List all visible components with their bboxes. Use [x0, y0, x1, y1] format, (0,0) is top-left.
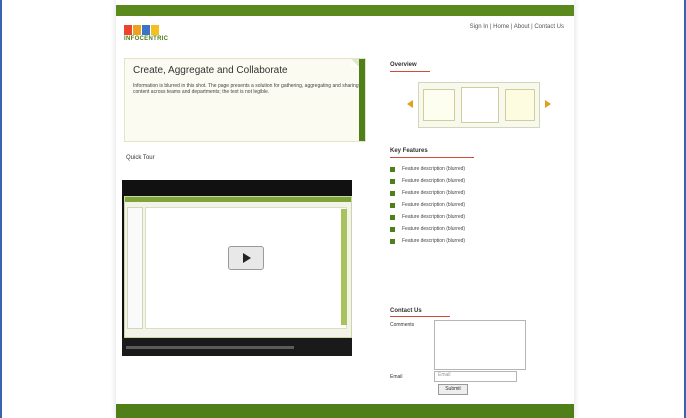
feature-item: Feature description (blurred) [390, 202, 564, 208]
bullet-icon [390, 215, 395, 220]
video-screen-header [125, 197, 351, 202]
feature-item: Feature description (blurred) [390, 166, 564, 172]
bullet-icon [390, 227, 395, 232]
bullet-icon [390, 179, 395, 184]
feature-item: Feature description (blurred) [390, 178, 564, 184]
key-features-rule [390, 157, 474, 158]
feature-item: Feature description (blurred) [390, 226, 564, 232]
hero-title: Create, Aggregate and Collaborate [133, 65, 288, 76]
key-features-list: Feature description (blurred) Feature de… [390, 166, 564, 250]
quick-tour-label: Quick Tour [126, 155, 155, 161]
diagram-box-source [423, 89, 455, 121]
callout-fold [351, 59, 359, 67]
tagline-text: INFOCENTRIC [124, 36, 169, 42]
site-logo[interactable] [124, 22, 162, 35]
logo-square-4 [151, 25, 159, 35]
diagram-box-center [461, 87, 499, 123]
feature-text: Feature description (blurred) [402, 214, 466, 220]
email-label: Email [390, 374, 403, 380]
bullet-icon [390, 167, 395, 172]
video-controls[interactable] [122, 338, 352, 356]
diagram-box-output [505, 89, 535, 121]
right-column: Overview Key Features Feature descriptio… [388, 0, 568, 418]
overview-title: Overview [390, 62, 417, 68]
contact-title: Contact Us [390, 308, 422, 314]
comments-textarea[interactable] [434, 320, 526, 370]
feature-text: Feature description (blurred) [402, 202, 466, 208]
video-screen-strip [341, 209, 347, 325]
logo-square-2 [133, 25, 141, 35]
callout-accent-bar [359, 59, 365, 141]
bullet-icon [390, 203, 395, 208]
play-button[interactable] [228, 246, 264, 270]
video-player[interactable] [122, 180, 352, 356]
key-features-title: Key Features [390, 148, 428, 154]
overview-rule [390, 71, 430, 72]
comments-label: Comments [390, 322, 415, 328]
logo-square-3 [142, 25, 150, 35]
video-progress-track[interactable] [126, 346, 294, 349]
submit-button[interactable]: Submit [438, 384, 468, 395]
video-screen-sidebar [127, 207, 143, 329]
arrow-right-icon [545, 100, 551, 108]
hero-body: Information is blurred in this shot. The… [133, 83, 359, 96]
arrow-left-icon [407, 100, 413, 108]
feature-text: Feature description (blurred) [402, 178, 466, 184]
overview-diagram[interactable] [407, 82, 551, 128]
footer-bar [116, 404, 574, 418]
feature-item: Feature description (blurred) [390, 190, 564, 196]
feature-item: Feature description (blurred) [390, 214, 564, 220]
hero-callout: Create, Aggregate and Collaborate Inform… [124, 58, 366, 142]
play-icon [243, 253, 251, 263]
feature-item: Feature description (blurred) [390, 238, 564, 244]
web-page: INFOCENTRIC Sign In | Home | About | Con… [116, 0, 574, 418]
feature-text: Feature description (blurred) [402, 226, 466, 232]
window-frame-left [0, 0, 2, 418]
feature-text: Feature description (blurred) [402, 238, 466, 244]
email-input[interactable]: Email [434, 371, 517, 382]
site-tagline: INFOCENTRIC [124, 36, 174, 42]
logo-square-1 [124, 25, 132, 35]
bullet-icon [390, 191, 395, 196]
contact-rule [390, 316, 450, 317]
feature-text: Feature description (blurred) [402, 166, 466, 172]
feature-text: Feature description (blurred) [402, 190, 466, 196]
bullet-icon [390, 239, 395, 244]
